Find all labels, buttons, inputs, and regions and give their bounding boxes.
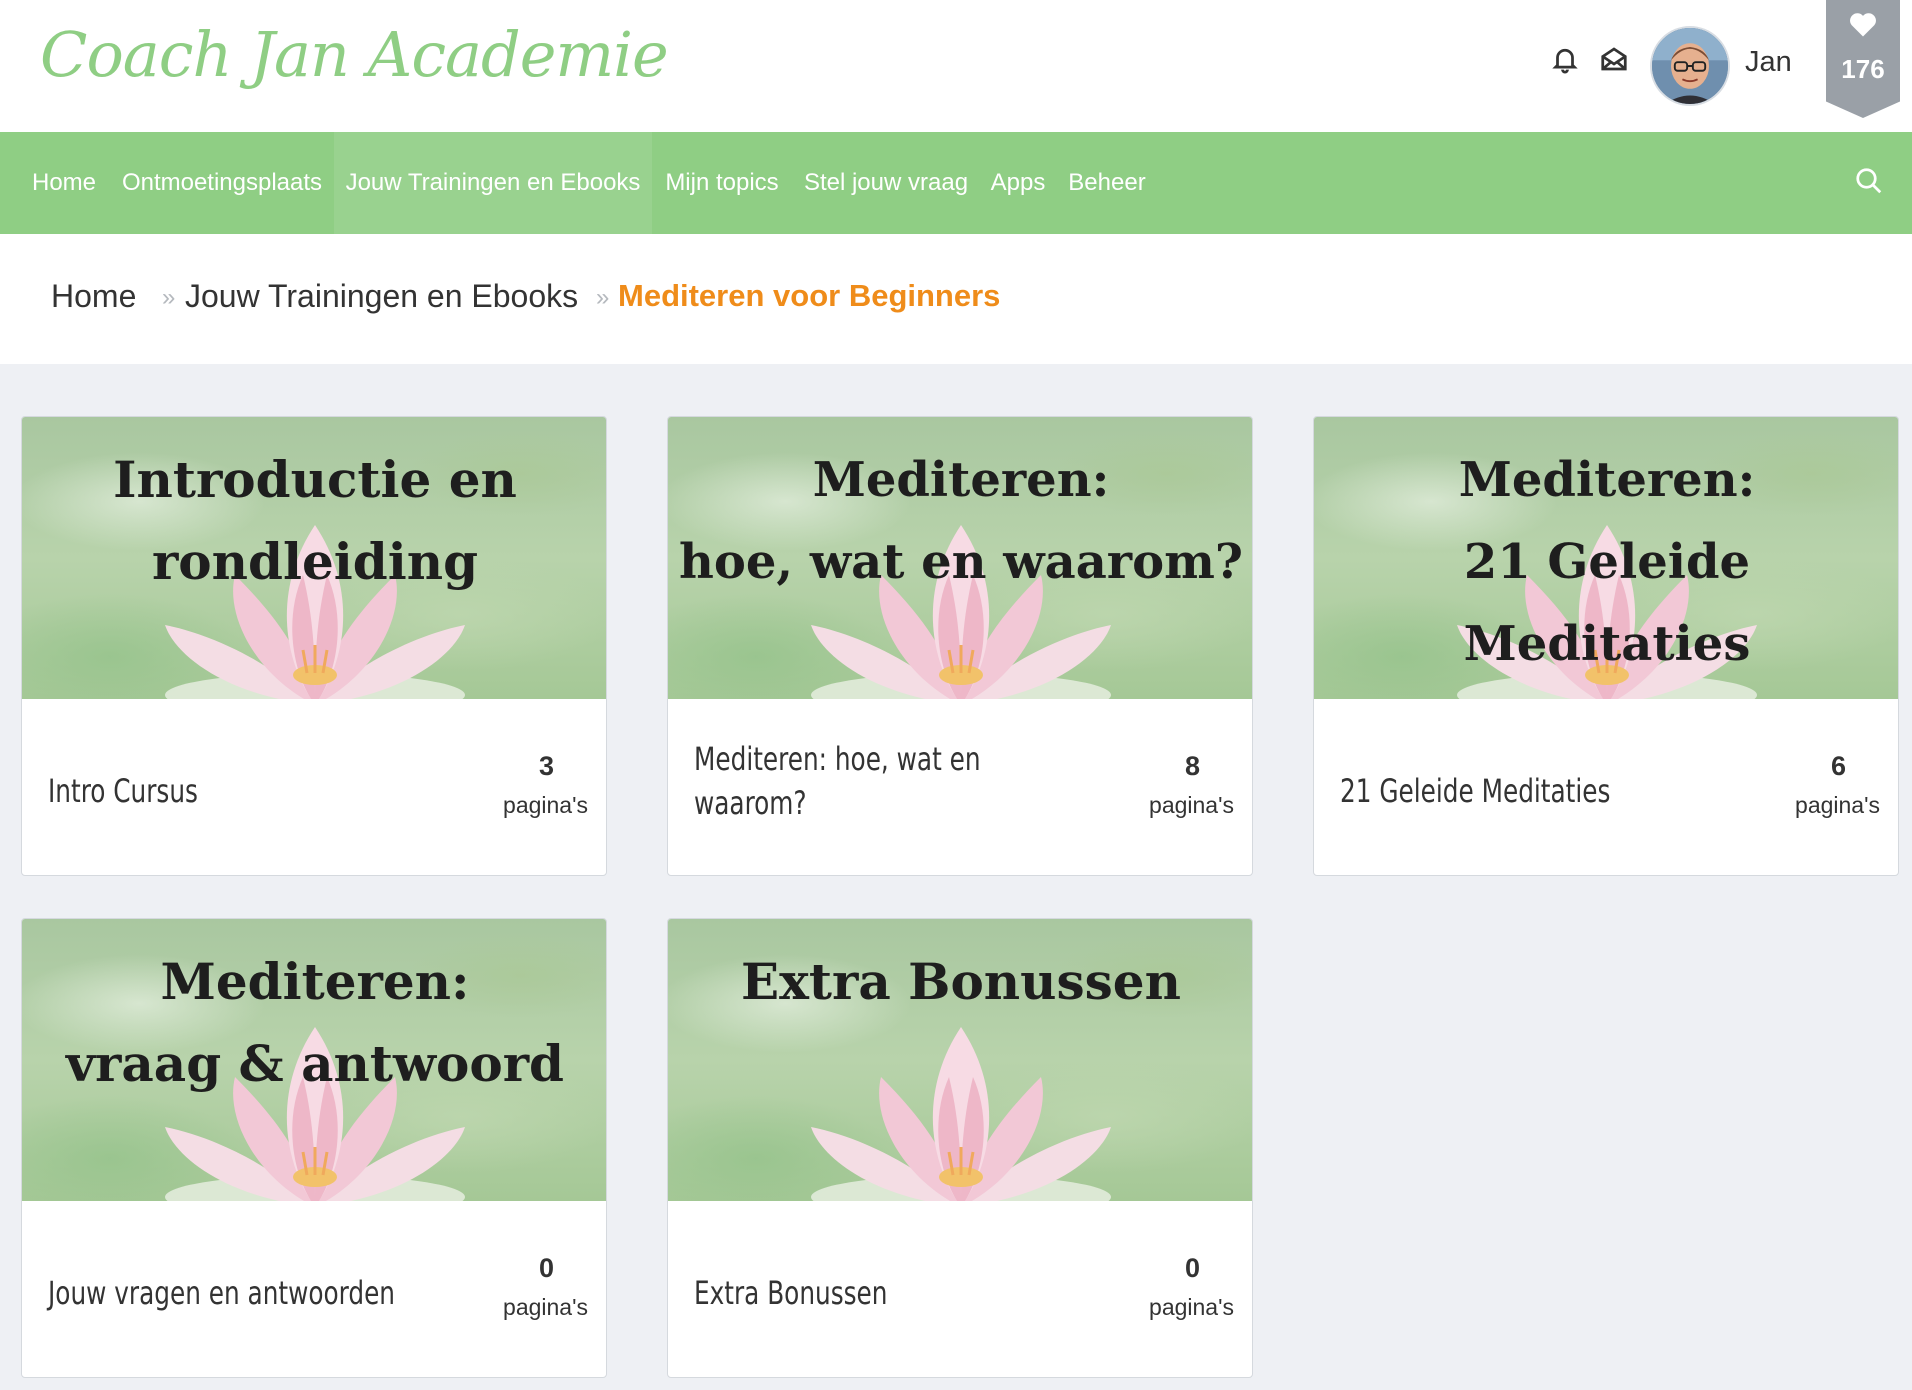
card-image-title-line: Mediteren: — [1458, 452, 1756, 508]
card-image-title-line: Extra Bonussen — [741, 952, 1181, 1011]
likes-badge[interactable]: 176 — [1826, 0, 1900, 118]
card-label[interactable]: 21 Geleide Meditaties — [1340, 769, 1701, 813]
page-count: 0 pagina's — [468, 1253, 588, 1321]
card-image-title: Mediteren: hoe, wat en waarom? — [668, 439, 1252, 603]
page-count-unit: pagina's — [503, 1294, 588, 1320]
page-count-unit: pagina's — [1149, 792, 1234, 818]
heart-icon — [1850, 13, 1876, 37]
page-count-unit: pagina's — [1149, 1294, 1234, 1320]
username[interactable]: Jan — [1745, 46, 1792, 79]
site-logo[interactable]: Coach Jan Academie — [40, 18, 669, 91]
card-image-title: Mediteren: 21 Geleide Meditaties — [1314, 439, 1898, 685]
card-image-title-line: Introductie en — [113, 450, 517, 509]
card-image: Mediteren: hoe, wat en waarom? — [668, 417, 1252, 699]
main-nav: Home Ontmoetingsplaats Jouw Trainingen e… — [0, 132, 1912, 234]
page-count-unit: pagina's — [503, 792, 588, 818]
card-image-title-line: 21 Geleide Meditaties — [1463, 534, 1751, 672]
page-count-unit: pagina's — [1795, 792, 1880, 818]
page-count: 6 pagina's — [1760, 751, 1880, 819]
page-count-number: 6 — [1830, 751, 1846, 781]
page-count: 3 pagina's — [468, 751, 588, 819]
card-image: Introductie en rondleiding — [22, 417, 606, 699]
nav-item-ontmoetingsplaats[interactable]: Ontmoetingsplaats — [110, 132, 334, 234]
card-image: Mediteren: 21 Geleide Meditaties — [1314, 417, 1898, 699]
breadcrumb-current: Mediteren voor Beginners — [618, 278, 1001, 313]
avatar[interactable] — [1650, 26, 1730, 106]
card-label[interactable]: Intro Cursus — [48, 769, 409, 813]
card-image-title-line: rondleiding — [151, 532, 479, 591]
card-image-title: Introductie en rondleiding — [22, 439, 606, 603]
card-label[interactable]: Extra Bonussen — [694, 1271, 1055, 1315]
envelope-open-icon[interactable] — [1595, 40, 1633, 78]
card-image: Extra Bonussen — [668, 919, 1252, 1201]
training-card-intro[interactable]: Introductie en rondleiding Intro Cursus … — [21, 416, 607, 876]
nav-item-beheer[interactable]: Beheer — [1056, 132, 1158, 234]
lotus-image — [811, 1007, 1111, 1201]
page-count-number: 8 — [1184, 751, 1200, 781]
card-image-title: Mediteren: vraag & antwoord — [22, 941, 606, 1105]
breadcrumb-home[interactable]: Home — [51, 278, 136, 315]
bell-icon[interactable] — [1546, 40, 1584, 78]
card-image-title-line: Mediteren: — [812, 452, 1110, 508]
page-count: 8 pagina's — [1114, 751, 1234, 819]
card-image-title-line: Mediteren: — [160, 952, 470, 1011]
card-image-title-line: hoe, wat en waarom? — [678, 534, 1244, 590]
page-count-number: 3 — [538, 751, 554, 781]
page-count-number: 0 — [1184, 1253, 1200, 1283]
card-label[interactable]: Jouw vragen en antwoorden — [48, 1271, 409, 1315]
nav-item-stel-vraag[interactable]: Stel jouw vraag — [792, 132, 980, 234]
training-card-geleide-meditaties[interactable]: Mediteren: 21 Geleide Meditaties 21 Gele… — [1313, 416, 1899, 876]
breadcrumb-trainingen[interactable]: Jouw Trainingen en Ebooks — [185, 278, 578, 315]
card-image-title-line: vraag & antwoord — [66, 1034, 564, 1093]
page-count-number: 0 — [538, 1253, 554, 1283]
breadcrumb: Home » Jouw Trainingen en Ebooks » Medit… — [0, 234, 1912, 364]
like-count: 176 — [1841, 54, 1885, 84]
training-card-vraag-antwoord[interactable]: Mediteren: vraag & antwoord Jouw vragen … — [21, 918, 607, 1378]
breadcrumb-separator: » — [596, 284, 610, 311]
nav-item-trainingen[interactable]: Jouw Trainingen en Ebooks — [334, 132, 652, 234]
page-count: 0 pagina's — [1114, 1253, 1234, 1321]
training-card-hoe-wat-waarom[interactable]: Mediteren: hoe, wat en waarom? Mediteren… — [667, 416, 1253, 876]
training-card-extra-bonussen[interactable]: Extra Bonussen Extra Bonussen 0 pagina's — [667, 918, 1253, 1378]
site-header: Coach Jan Academie Jan 176 — [0, 0, 1912, 132]
nav-item-home[interactable]: Home — [18, 132, 110, 234]
card-image-title: Extra Bonussen — [668, 941, 1252, 1023]
nav-item-mijn-topics[interactable]: Mijn topics — [652, 132, 792, 234]
nav-item-apps[interactable]: Apps — [980, 132, 1056, 234]
breadcrumb-separator: » — [162, 284, 176, 311]
card-label[interactable]: Mediteren: hoe, wat en waarom? — [694, 737, 1055, 825]
search-icon[interactable] — [1854, 166, 1888, 200]
card-image: Mediteren: vraag & antwoord — [22, 919, 606, 1201]
